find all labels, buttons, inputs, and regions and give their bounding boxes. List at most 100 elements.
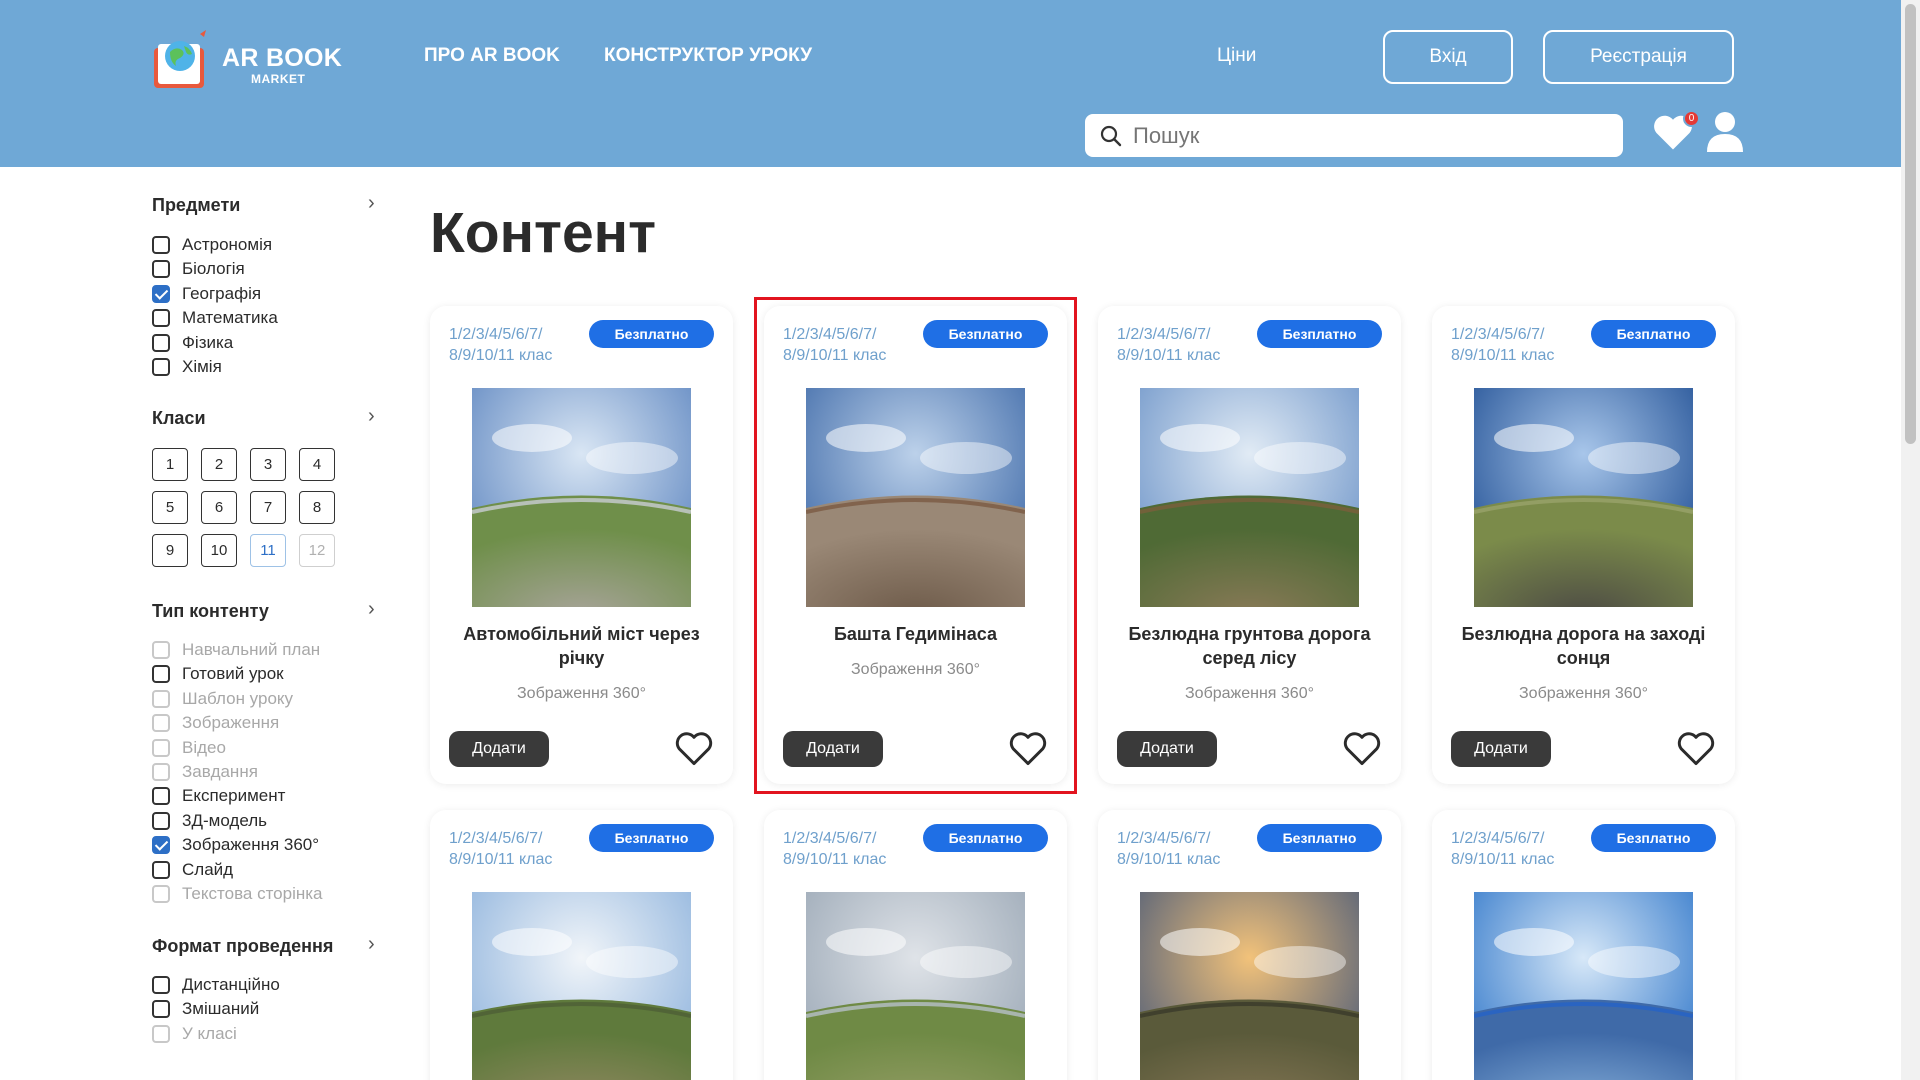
format-label: Змішаний	[182, 999, 260, 1019]
nav-prices[interactable]: Ціни	[1217, 45, 1256, 67]
subject-option[interactable]: Географія	[152, 284, 261, 304]
content-card[interactable]: 1/2/3/4/5/6/7/8/9/10/11 клас Безплатно	[764, 810, 1067, 1080]
content-card[interactable]: 1/2/3/4/5/6/7/8/9/10/11 клас Безплатно	[1098, 810, 1401, 1080]
grade-9-button[interactable]: 9	[152, 534, 188, 567]
content-type-checkbox	[152, 641, 170, 659]
content-type-checkbox[interactable]	[152, 665, 170, 684]
content-type-option[interactable]: 3Д-модель	[152, 811, 267, 831]
card-thumbnail[interactable]	[806, 892, 1025, 1080]
grade-3-button[interactable]: 3	[250, 448, 286, 481]
content-type-option[interactable]: Готовий урок	[152, 664, 284, 684]
grade-7-button[interactable]: 7	[250, 491, 286, 524]
add-button[interactable]: Додати	[449, 731, 549, 767]
panorama-thumbnail-image	[472, 388, 691, 607]
subject-option[interactable]: Астрономія	[152, 235, 272, 255]
panorama-thumbnail-image	[1140, 388, 1359, 607]
subject-checkbox[interactable]	[152, 358, 170, 376]
content-type-label: Відео	[182, 737, 226, 757]
favorite-heart-icon[interactable]	[1008, 730, 1048, 766]
grade-1-button[interactable]: 1	[152, 448, 188, 481]
scrollbar-thumb[interactable]	[1905, 4, 1916, 444]
card-grade-line: 8/9/10/11 клас	[1117, 851, 1221, 868]
card-title[interactable]: Безлюдна грунтова дорога серед лісу	[1108, 622, 1391, 670]
subject-option[interactable]: Хімія	[152, 357, 222, 377]
favorite-heart-icon[interactable]	[674, 730, 714, 766]
card-grade-line: 1/2/3/4/5/6/7/	[1451, 326, 1545, 343]
subject-option[interactable]: Фізика	[152, 333, 233, 353]
content-type-option[interactable]: Зображення 360°	[152, 835, 319, 855]
content-card[interactable]: 1/2/3/4/5/6/7/8/9/10/11 клас Безплатно Авт…	[430, 306, 733, 784]
card-title[interactable]: Башта Гедимінаса	[774, 622, 1057, 646]
add-button[interactable]: Додати	[783, 731, 883, 767]
card-title[interactable]: Безлюдна дорога на заході сонця	[1442, 622, 1725, 670]
search-input[interactable]	[1133, 122, 1593, 149]
grade-10-button[interactable]: 10	[201, 534, 237, 567]
filter-title-content-type[interactable]: Тип контенту	[152, 601, 269, 622]
format-option[interactable]: Дистанційно	[152, 975, 280, 995]
format-checkbox[interactable]	[152, 1000, 170, 1019]
chevron-right-icon[interactable]: ›	[368, 933, 375, 956]
subject-checkbox[interactable]	[152, 309, 170, 328]
content-card[interactable]: 1/2/3/4/5/6/7/8/9/10/11 клас Безплатно Без…	[1432, 306, 1735, 784]
subject-checkbox[interactable]	[152, 236, 170, 254]
filter-title-format[interactable]: Формат проведення	[152, 936, 333, 957]
subject-checkbox[interactable]	[152, 284, 170, 303]
card-thumbnail[interactable]	[1140, 892, 1359, 1080]
grade-2-button[interactable]: 2	[201, 448, 237, 481]
card-grade-line: 1/2/3/4/5/6/7/	[1117, 326, 1211, 343]
content-card[interactable]: 1/2/3/4/5/6/7/8/9/10/11 клас Безплатно	[1432, 810, 1735, 1080]
grade-4-button[interactable]: 4	[299, 448, 335, 481]
subject-checkbox[interactable]	[152, 260, 170, 279]
add-button[interactable]: Додати	[1117, 731, 1217, 767]
chevron-right-icon[interactable]: ›	[368, 598, 375, 621]
favorite-heart-icon[interactable]	[1676, 730, 1716, 766]
card-thumbnail[interactable]	[806, 388, 1025, 607]
grade-11-button[interactable]: 11	[250, 534, 286, 567]
grade-8-button[interactable]: 8	[299, 491, 335, 524]
content-card[interactable]: 1/2/3/4/5/6/7/8/9/10/11 клас Безплатно Баш…	[764, 306, 1067, 784]
content-type-option[interactable]: Експеримент	[152, 786, 285, 806]
format-label: Дистанційно	[182, 975, 280, 994]
content-type-option: Завдання	[152, 762, 258, 782]
format-checkbox	[152, 1024, 170, 1043]
nav-lesson-builder[interactable]: КОНСТРУКТОР УРОКУ	[604, 45, 812, 67]
content-type-label: 3Д-модель	[182, 810, 267, 830]
filter-title-subjects[interactable]: Предмети	[152, 195, 240, 216]
content-type-checkbox[interactable]	[152, 836, 170, 855]
content-card[interactable]: 1/2/3/4/5/6/7/8/9/10/11 клас Безплатно	[430, 810, 733, 1080]
login-button[interactable]: Вхід	[1383, 30, 1513, 84]
nav-about[interactable]: ПРО AR BOOK	[424, 45, 560, 67]
register-button[interactable]: Реєстрація	[1543, 30, 1734, 84]
format-checkbox[interactable]	[152, 976, 170, 994]
content-type-option[interactable]: Слайд	[152, 860, 233, 880]
card-thumbnail[interactable]	[1474, 388, 1693, 607]
add-button[interactable]: Додати	[1451, 731, 1551, 767]
format-option[interactable]: Змішаний	[152, 999, 259, 1019]
content-card[interactable]: 1/2/3/4/5/6/7/8/9/10/11 клас Безплатно Без…	[1098, 306, 1401, 784]
filter-title-grades[interactable]: Класи	[152, 408, 206, 429]
card-title[interactable]: Автомобільний міст через річку	[440, 622, 723, 670]
card-thumbnail[interactable]	[1140, 388, 1359, 607]
subject-checkbox[interactable]	[152, 333, 170, 352]
logo[interactable]: AR BOOK MARKET	[148, 20, 348, 95]
subject-option[interactable]: Математика	[152, 308, 278, 328]
card-thumbnail[interactable]	[472, 892, 691, 1080]
content-type-checkbox[interactable]	[152, 860, 170, 879]
card-thumbnail[interactable]	[1474, 892, 1693, 1080]
chevron-right-icon[interactable]: ›	[368, 405, 375, 428]
chevron-right-icon[interactable]: ›	[368, 192, 375, 215]
grade-12-button: 12	[299, 534, 335, 567]
content-type-checkbox	[152, 885, 170, 903]
content-type-checkbox[interactable]	[152, 787, 170, 806]
user-profile-icon[interactable]	[1705, 110, 1745, 154]
card-thumbnail[interactable]	[472, 388, 691, 607]
content-type-checkbox[interactable]	[152, 811, 170, 830]
card-grade-line: 8/9/10/11 клас	[449, 851, 553, 868]
favorite-heart-icon[interactable]	[1342, 730, 1382, 766]
grade-5-button[interactable]: 5	[152, 491, 188, 524]
grade-6-button[interactable]: 6	[201, 491, 237, 524]
page-scrollbar[interactable]	[1901, 0, 1920, 1080]
subject-option[interactable]: Біологія	[152, 259, 245, 279]
search-bar[interactable]	[1085, 114, 1623, 157]
card-grade-line: 1/2/3/4/5/6/7/	[783, 326, 877, 343]
